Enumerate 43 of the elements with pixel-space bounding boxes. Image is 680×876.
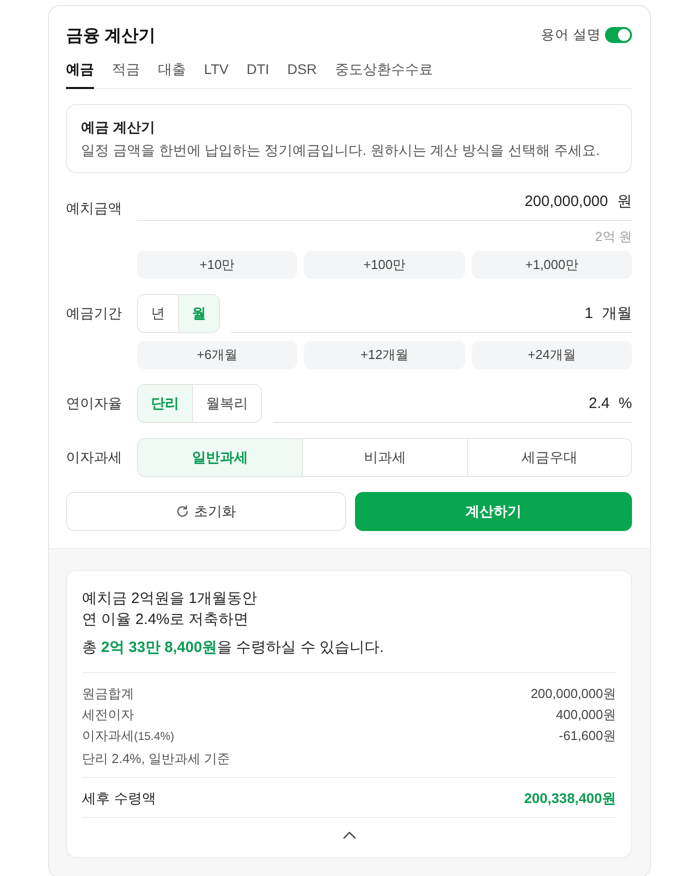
quick-add-button[interactable]: +24개월 [472, 341, 632, 369]
toggle-switch[interactable] [605, 27, 632, 43]
info-description: 일정 금액을 한번에 납입하는 정기예금입니다. 원하시는 계산 방식을 선택해 주세요. [81, 141, 601, 160]
period-field[interactable]: 1 개월 [231, 294, 632, 333]
detail-value: -61,600원 [558, 727, 616, 745]
result-total-text: 총 2억 33만 8,400원을 수령하실 수 있습니다. [82, 638, 385, 658]
refresh-icon [176, 505, 189, 518]
quick-add-button[interactable]: +12개월 [304, 341, 465, 369]
quick-add-button[interactable]: +10만 [137, 251, 298, 279]
tab[interactable]: 예금 [66, 55, 94, 89]
detail-label: 이자과세(15.4%) [82, 727, 174, 745]
tab[interactable]: 중도상환수수료 [334, 55, 433, 89]
tab[interactable]: DSR [287, 55, 317, 89]
calculator-title: 금융 계산기 [66, 24, 156, 46]
field-label: 예금기간 [66, 304, 123, 323]
field-label: 예치금액 [66, 199, 123, 218]
tab[interactable]: DTI [246, 55, 270, 89]
tab[interactable]: 대출 [158, 55, 186, 89]
result-text: 연 이율 2.4%로 저축하면 [82, 610, 250, 630]
detail-value: 200,000,000원 [530, 685, 616, 703]
tab[interactable]: 적금 [112, 55, 140, 89]
segment-option[interactable]: 월복리 [192, 385, 261, 422]
net-amount-label: 세후 수령액 [82, 789, 156, 808]
tab[interactable]: LTV [204, 55, 229, 89]
segment-option[interactable]: 세금우대 [466, 439, 631, 476]
quick-add-button[interactable]: +100만 [304, 251, 465, 279]
result-text: 예치금 2억원을 1개월동안 [82, 589, 258, 609]
rate-field[interactable]: 2.4 % [273, 384, 632, 423]
amount-field[interactable]: 200,000,000 원 [137, 183, 632, 221]
detail-label: 원금합계 [82, 685, 134, 703]
detail-label: 단리 2.4%, 일반과세 기준 [82, 750, 230, 768]
amount-hint: 2억 원 [594, 228, 632, 246]
field-label: 연이자율 [66, 394, 123, 413]
quick-add-button[interactable]: +6개월 [137, 341, 298, 369]
quick-add-button[interactable]: +1,000만 [472, 251, 632, 279]
toggle-label: 용어 설명 [541, 26, 601, 44]
field-label: 이자과세 [66, 448, 123, 467]
detail-value: 400,000원 [556, 706, 616, 724]
info-title: 예금 계산기 [81, 118, 156, 137]
net-amount-value: 200,338,400원 [524, 789, 616, 808]
chevron-up-icon[interactable] [342, 831, 356, 839]
detail-label: 세전이자 [82, 706, 134, 724]
reset-button[interactable]: 초기화 [66, 492, 346, 531]
